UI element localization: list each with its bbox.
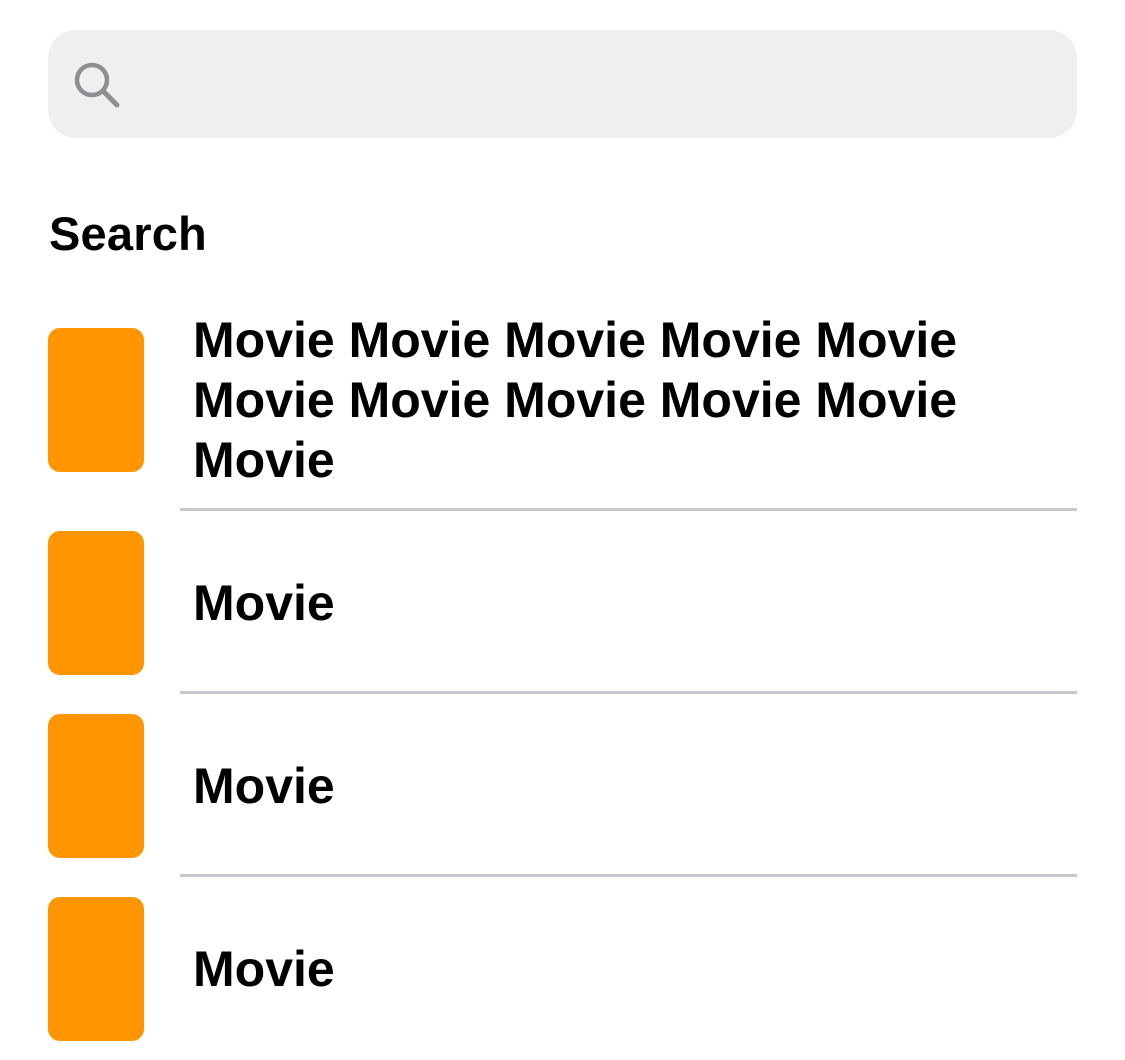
movie-thumbnail bbox=[48, 328, 144, 472]
movie-title: Movie bbox=[193, 575, 335, 631]
list-item[interactable]: Movie bbox=[0, 877, 1125, 1060]
list-item[interactable]: Movie Movie Movie Movie Movie Movie Movi… bbox=[0, 306, 1125, 511]
list-item[interactable]: Movie bbox=[0, 511, 1125, 694]
search-input[interactable] bbox=[136, 30, 1077, 138]
search-icon bbox=[74, 62, 120, 108]
list-item[interactable]: Movie bbox=[0, 694, 1125, 877]
search-bar[interactable] bbox=[48, 30, 1077, 138]
movie-title: Movie bbox=[193, 941, 335, 997]
movie-thumbnail bbox=[48, 897, 144, 1041]
movie-thumbnail bbox=[48, 714, 144, 858]
movie-title: Movie bbox=[193, 758, 335, 814]
section-title: Search bbox=[49, 207, 207, 260]
results-list: Movie Movie Movie Movie Movie Movie Movi… bbox=[0, 306, 1125, 1060]
movie-title: Movie Movie Movie Movie Movie Movie Movi… bbox=[193, 312, 958, 488]
movie-thumbnail bbox=[48, 531, 144, 675]
